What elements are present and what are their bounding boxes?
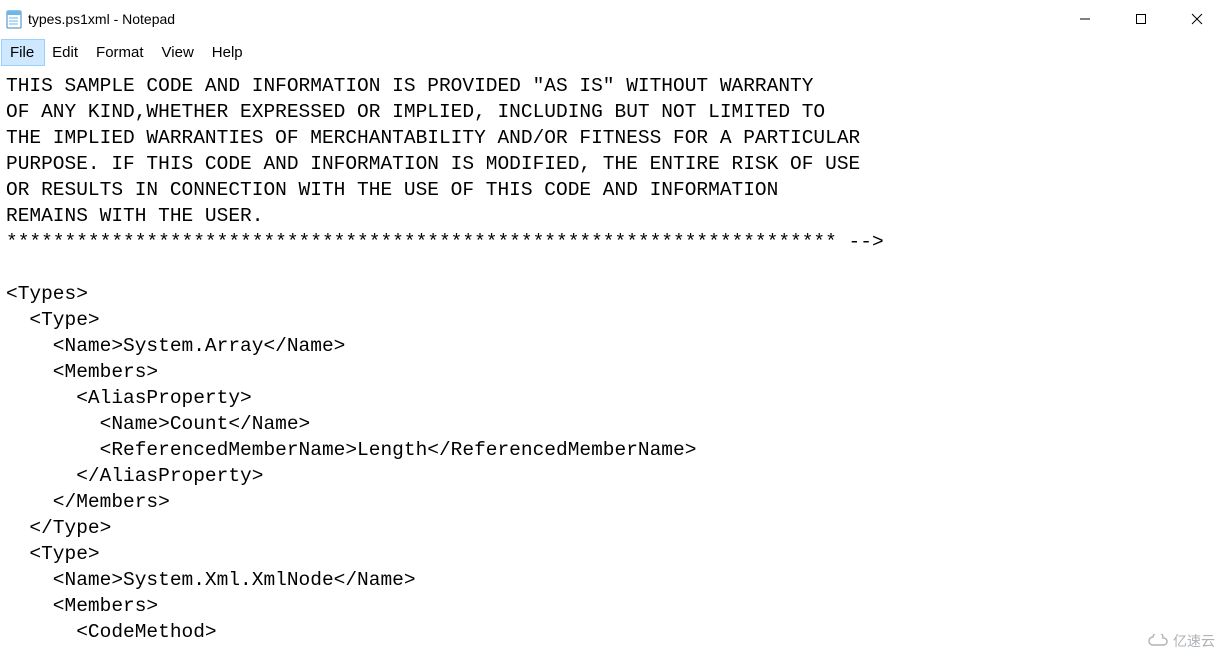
maximize-button[interactable] bbox=[1113, 0, 1169, 38]
text-editor[interactable]: THIS SAMPLE CODE AND INFORMATION IS PROV… bbox=[0, 67, 1225, 645]
notepad-icon bbox=[6, 9, 22, 29]
window-controls bbox=[1057, 0, 1225, 38]
menu-format[interactable]: Format bbox=[88, 40, 154, 65]
title-bar: types.ps1xml - Notepad bbox=[0, 0, 1225, 38]
menu-edit[interactable]: Edit bbox=[44, 40, 88, 65]
close-button[interactable] bbox=[1169, 0, 1225, 38]
window-title: types.ps1xml - Notepad bbox=[28, 11, 175, 27]
menu-help[interactable]: Help bbox=[204, 40, 253, 65]
watermark-text: 亿速云 bbox=[1173, 631, 1215, 651]
menu-file[interactable]: File bbox=[2, 40, 44, 65]
minimize-button[interactable] bbox=[1057, 0, 1113, 38]
menu-view[interactable]: View bbox=[154, 40, 204, 65]
menu-bar: File Edit Format View Help bbox=[0, 38, 1225, 67]
watermark: 亿速云 bbox=[1147, 631, 1215, 651]
